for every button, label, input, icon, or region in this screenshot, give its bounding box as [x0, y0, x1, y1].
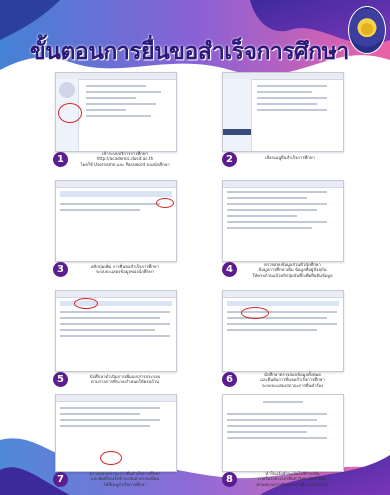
- step-caption-2: เลือกเมนูยื่นสำเร็จการศึกษา: [265, 155, 315, 160]
- step-number-3: 3: [53, 262, 68, 277]
- step-caption-6: นักศึกษาตรวจสอบข้อมูลทั้งหมด และยืนยันการ…: [260, 372, 325, 388]
- step-number-6: 6: [222, 372, 237, 387]
- screenshot-step-1: [55, 72, 177, 152]
- infographic-page: ขั้นตอนการยื่นขอสำเร็จการศึกษา 1 เข้าระบ…: [0, 0, 390, 495]
- screenshot-step-7: [55, 394, 177, 472]
- page-title: ขั้นตอนการยื่นขอสำเร็จการศึกษา: [30, 39, 349, 65]
- screenshot-step-5: [55, 290, 177, 372]
- step-number-1: 1: [53, 152, 68, 167]
- screenshot-step-2: [222, 72, 344, 152]
- university-seal-logo: [348, 6, 386, 54]
- screenshot-step-6: [222, 290, 344, 372]
- step-caption-4: ตรวจสอบข้อมูลส่วนตัวนักศึกษา ข้อมูลการศึก…: [252, 262, 333, 278]
- step-caption-1: เข้าระบบบริการการศึกษา http://academic.du…: [80, 151, 170, 167]
- screenshot-step-4: [222, 180, 344, 262]
- step-caption-8: นำใบแจ้งชำระเงินไปชำระเงิน ภายในระยะเวลาท…: [256, 471, 329, 487]
- step-caption-7: ตรวจสอบสถานะการยื่นสำเร็จการศึกษา และพิมพ…: [89, 471, 161, 487]
- step-number-7: 7: [53, 472, 68, 487]
- step-number-8: 8: [222, 472, 237, 487]
- screenshot-step-8: [222, 394, 344, 472]
- step-number-2: 2: [222, 152, 237, 167]
- step-number-5: 5: [53, 372, 68, 387]
- step-caption-3: คลิกปุ่มเพิ่ม การยื่นขอสำเร็จการศึกษา ระบ…: [91, 264, 159, 275]
- step-number-4: 4: [222, 262, 237, 277]
- step-caption-5: นักศึกษาดำเนินการเพิ่มเอกสารประกอบ ตามราย…: [89, 374, 161, 385]
- screenshot-step-3: [55, 180, 177, 262]
